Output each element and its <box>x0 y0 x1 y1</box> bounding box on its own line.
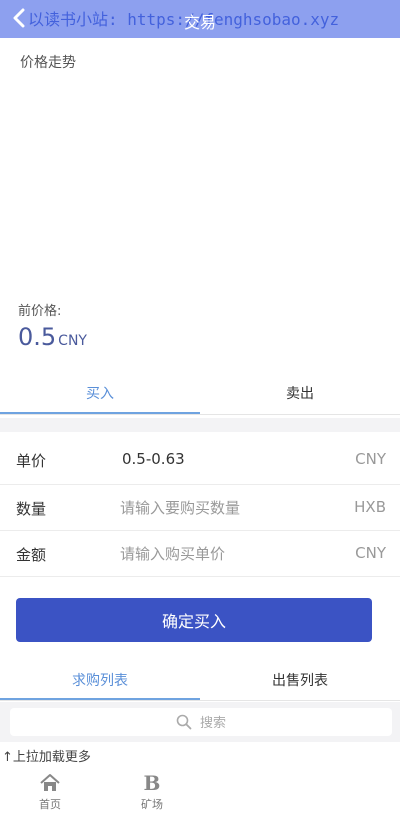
quantity-row: 数量 HXB <box>0 486 400 530</box>
load-more-hint: ↑上拉加载更多 <box>2 750 91 765</box>
trade-tabs: 买入 卖出 <box>0 372 400 414</box>
divider <box>0 484 400 485</box>
confirm-buy-button[interactable]: 确定买入 <box>16 598 372 642</box>
unit-price-label: 单价 <box>16 452 47 470</box>
amount-input[interactable] <box>118 538 342 570</box>
unit-price-row: 单价 0.5-0.63 CNY <box>0 438 400 482</box>
search-input[interactable] <box>198 711 382 735</box>
divider <box>0 576 400 577</box>
quantity-input[interactable] <box>118 492 342 524</box>
nav-mine[interactable]: B 矿场 <box>122 772 182 818</box>
current-price-unit: CNY <box>58 333 87 349</box>
tab-sell-orders[interactable]: 出售列表 <box>200 660 400 700</box>
bottom-nav: 首页 B 矿场 <box>0 768 400 820</box>
divider <box>0 530 400 531</box>
nav-home[interactable]: 首页 <box>20 772 80 818</box>
quantity-unit: HXB <box>354 498 386 516</box>
current-price: 0.5 CNY <box>18 323 87 351</box>
search-bar <box>0 702 400 742</box>
amount-row: 金额 CNY <box>0 532 400 576</box>
amount-label: 金额 <box>16 546 47 564</box>
home-icon <box>40 774 60 791</box>
nav-home-label: 首页 <box>39 798 61 811</box>
unit-price-value: 0.5-0.63 <box>122 450 185 468</box>
divider <box>0 414 400 415</box>
b-icon: B <box>143 771 161 795</box>
order-list-tabs: 求购列表 出售列表 <box>0 660 400 700</box>
price-trend-chart <box>0 80 400 295</box>
page-title: 交易 <box>183 13 216 32</box>
unit-price-unit: CNY <box>355 450 386 468</box>
amount-unit: CNY <box>355 544 386 562</box>
section-gap <box>0 418 400 432</box>
app-header: 以读书小站: https://fenghsobao.xyz 交易 <box>0 0 400 38</box>
quantity-label: 数量 <box>16 500 47 518</box>
search-box[interactable] <box>10 708 392 736</box>
current-price-label: 前价格: <box>18 304 62 319</box>
nav-mine-label: 矿场 <box>141 798 163 811</box>
tab-sell[interactable]: 卖出 <box>200 372 400 414</box>
tab-buy-orders[interactable]: 求购列表 <box>0 660 200 700</box>
tab-buy[interactable]: 买入 <box>0 372 200 414</box>
divider <box>0 700 400 701</box>
price-trend-title: 价格走势 <box>20 55 76 71</box>
search-icon <box>176 714 192 730</box>
current-price-value: 0.5 <box>18 323 57 351</box>
